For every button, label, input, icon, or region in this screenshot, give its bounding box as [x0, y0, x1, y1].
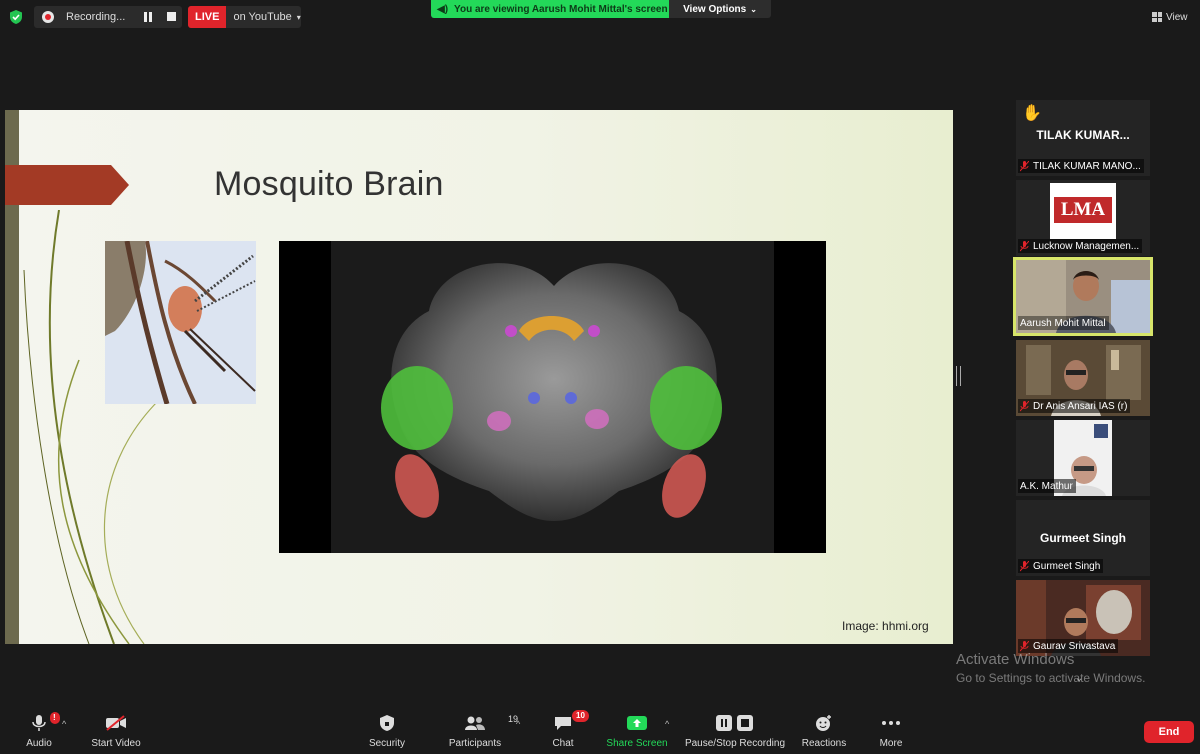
speaker-icon: ◀) [437, 3, 449, 15]
chat-button[interactable]: 10 Chat [548, 710, 589, 752]
lma-logo-text: LMA [1054, 197, 1112, 223]
more-dots-icon [881, 712, 901, 734]
participant-logo: LMA [1050, 183, 1116, 239]
activate-windows-subtitle: Go to Settings to activate Windows. [956, 671, 1146, 685]
recording-label: Recording... [66, 11, 126, 23]
audio-button[interactable]: ! Audio [20, 712, 60, 752]
more-button[interactable]: More [872, 712, 910, 752]
recording-indicator: Recording... [34, 6, 182, 28]
start-video-label: Start Video [91, 738, 141, 749]
participant-display-name: TILAK KUMAR... [1036, 128, 1130, 142]
live-target-label: on YouTube [233, 11, 292, 23]
participant-tile[interactable]: Gurmeet Singh Gurmeet Singh [1016, 500, 1150, 576]
chevron-down-icon: ⌄ [750, 4, 757, 14]
viewing-screen-banner: ◀) You are viewing Aarush Mohit Mittal's… [431, 0, 669, 18]
participant-tile[interactable]: LMA Lucknow Managemen... [1016, 180, 1150, 256]
strip-resize-handle[interactable] [956, 366, 961, 386]
pause-recording-icon[interactable] [144, 12, 153, 22]
encryption-shield-icon[interactable] [8, 9, 24, 25]
participant-name: Gurmeet Singh [1033, 560, 1101, 572]
participant-name: Dr Anis Ansari IAS (r) [1033, 400, 1128, 412]
pause-stop-recording-button[interactable]: Pause/Stop Recording [684, 712, 786, 752]
view-options-button[interactable]: View Options ⌄ [669, 0, 771, 18]
participants-button[interactable]: 19 Participants [446, 712, 518, 752]
participant-tile-active-speaker[interactable]: Aarush Mohit Mittal [1013, 257, 1153, 336]
muted-mic-icon [1020, 240, 1029, 251]
participant-name: TILAK KUMAR MANO... [1033, 160, 1141, 172]
participant-name-label: Aarush Mohit Mittal [1018, 316, 1109, 330]
muted-mic-icon [1020, 560, 1029, 571]
reactions-label: Reactions [801, 738, 847, 749]
participant-display-name: Gurmeet Singh [1039, 531, 1126, 545]
participants-options-caret-icon[interactable]: ^ [516, 719, 520, 729]
caret-down-icon: ▾ [296, 12, 301, 22]
start-video-button[interactable]: Start Video [88, 712, 144, 752]
live-stream-dropdown[interactable]: LIVE on YouTube ▾ [188, 6, 301, 28]
share-screen-icon [627, 712, 647, 734]
reactions-button[interactable]: Reactions [800, 712, 848, 752]
video-off-icon [105, 712, 127, 734]
participant-tile[interactable]: Dr Anis Ansari IAS (r) [1016, 340, 1150, 416]
end-meeting-button[interactable]: End [1144, 721, 1194, 743]
more-label: More [879, 738, 903, 749]
audio-options-caret-icon[interactable]: ^ [62, 719, 66, 729]
raised-hand-icon: ✋ [1022, 105, 1042, 122]
shared-screen: Mosquito Brain Image: hhmi.org [5, 110, 953, 644]
participants-label: Participants [448, 738, 502, 749]
participant-name-label: Lucknow Managemen... [1018, 239, 1143, 253]
view-label: View [1166, 11, 1188, 23]
audio-alert-badge: ! [50, 712, 60, 724]
participant-tile[interactable]: A.K. Mathur [1016, 420, 1150, 496]
participant-name-label: A.K. Mathur [1018, 479, 1076, 493]
pause-stop-recording-icon [715, 712, 755, 734]
chat-icon: 10 [554, 710, 589, 734]
slide-title: Mosquito Brain [214, 165, 444, 203]
image-credit: Image: hhmi.org [842, 619, 929, 633]
view-options-label: View Options [683, 3, 747, 15]
participant-name: A.K. Mathur [1020, 480, 1073, 492]
muted-mic-icon [1020, 400, 1029, 411]
activate-windows-title: Activate Windows [956, 651, 1075, 668]
participant-name-label: Dr Anis Ansari IAS (r) [1018, 399, 1131, 413]
participants-icon: 19 [464, 712, 518, 734]
grid-view-icon [1152, 12, 1162, 22]
title-arrow-shape [5, 165, 129, 205]
participant-name: Gaurav Srivastava [1033, 640, 1116, 652]
share-screen-button[interactable]: Share Screen [606, 712, 668, 752]
pause-recording-label: Pause/Stop Recording [684, 738, 786, 749]
participant-name: Lucknow Managemen... [1033, 240, 1140, 252]
chat-unread-badge: 10 [572, 710, 589, 722]
participant-tile[interactable]: Gaurav Srivastava [1016, 580, 1150, 656]
viewing-banner-text: You are viewing Aarush Mohit Mittal's sc… [454, 3, 668, 15]
security-label: Security [368, 738, 406, 749]
mosquito-brain-scan-image [279, 241, 826, 553]
participant-name-label: TILAK KUMAR MANO... [1018, 159, 1144, 173]
security-button[interactable]: Security [366, 712, 408, 752]
audio-label: Audio [26, 738, 52, 749]
live-badge: LIVE [188, 6, 227, 28]
recording-dot-icon [42, 11, 54, 23]
view-layout-button[interactable]: View [1152, 9, 1196, 25]
muted-mic-icon [1020, 640, 1029, 651]
mosquito-illustration [105, 241, 256, 404]
participant-tile[interactable]: ✋ TILAK KUMAR... TILAK KUMAR MANO... [1016, 100, 1150, 176]
participant-name-label: Gurmeet Singh [1018, 559, 1104, 573]
share-options-caret-icon[interactable]: ^ [665, 719, 669, 729]
stop-recording-icon[interactable] [167, 12, 176, 21]
chat-label: Chat [552, 738, 574, 749]
reactions-emoji-icon [815, 712, 833, 734]
security-shield-icon [379, 712, 395, 734]
participant-name: Aarush Mohit Mittal [1020, 317, 1106, 329]
muted-mic-icon [1020, 160, 1029, 171]
share-screen-label: Share Screen [606, 738, 668, 749]
mic-icon: ! [32, 712, 60, 734]
